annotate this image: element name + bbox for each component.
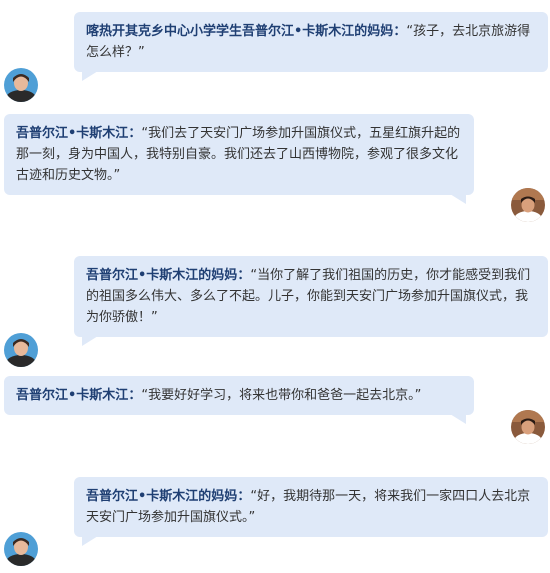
chat-bubble-son: 吾普尔江•卡斯木江：“我要好好学习，将来也带你和爸爸一起去北京。”: [4, 376, 474, 424]
speaker-colon: ：: [237, 268, 251, 283]
speaker-colon: ：: [128, 126, 142, 141]
speaker-colon: ：: [128, 388, 142, 403]
speaker-colon: ：: [237, 489, 251, 504]
bubble-tail: [82, 536, 98, 546]
speaker-name: 吾普尔江•卡斯木江: [16, 388, 129, 403]
speaker-name: 吾普尔江•卡斯木江的妈妈: [86, 489, 238, 504]
speaker-name: 吾普尔江•卡斯木江的妈妈: [86, 268, 238, 283]
speaker-colon: ：: [393, 24, 407, 39]
boy-avatar: [511, 410, 545, 444]
mother-avatar: [4, 532, 38, 566]
mother-avatar: [4, 333, 38, 367]
chat-bubble-mother: 喀热开其克乡中心小学学生吾普尔江•卡斯木江的妈妈：“孩子，去北京旅游得怎么样？”: [74, 12, 548, 81]
bubble-tail: [82, 71, 98, 81]
bubble-tail: [450, 414, 466, 424]
message-text: “我要好好学习，将来也带你和爸爸一起去北京。”: [141, 388, 422, 403]
chat-bubble-mother: 吾普尔江•卡斯木江的妈妈：“当你了解了我们祖国的历史，你才能感受到我们的祖国多么…: [74, 256, 548, 346]
boy-avatar: [511, 188, 545, 222]
mother-avatar: [4, 68, 38, 102]
bubble-tail: [450, 194, 466, 204]
chat-bubble-son: 吾普尔江•卡斯木江：“我们去了天安门广场参加升国旗仪式，五星红旗升起的那一刻，身…: [4, 114, 474, 204]
bubble-tail: [82, 336, 98, 346]
chat-bubble-mother: 吾普尔江•卡斯木江的妈妈：“好，我期待那一天，将来我们一家四口人去北京天安门广场…: [74, 477, 548, 546]
speaker-name: 喀热开其克乡中心小学学生吾普尔江•卡斯木江的妈妈: [86, 24, 394, 39]
speaker-name: 吾普尔江•卡斯木江: [16, 126, 129, 141]
